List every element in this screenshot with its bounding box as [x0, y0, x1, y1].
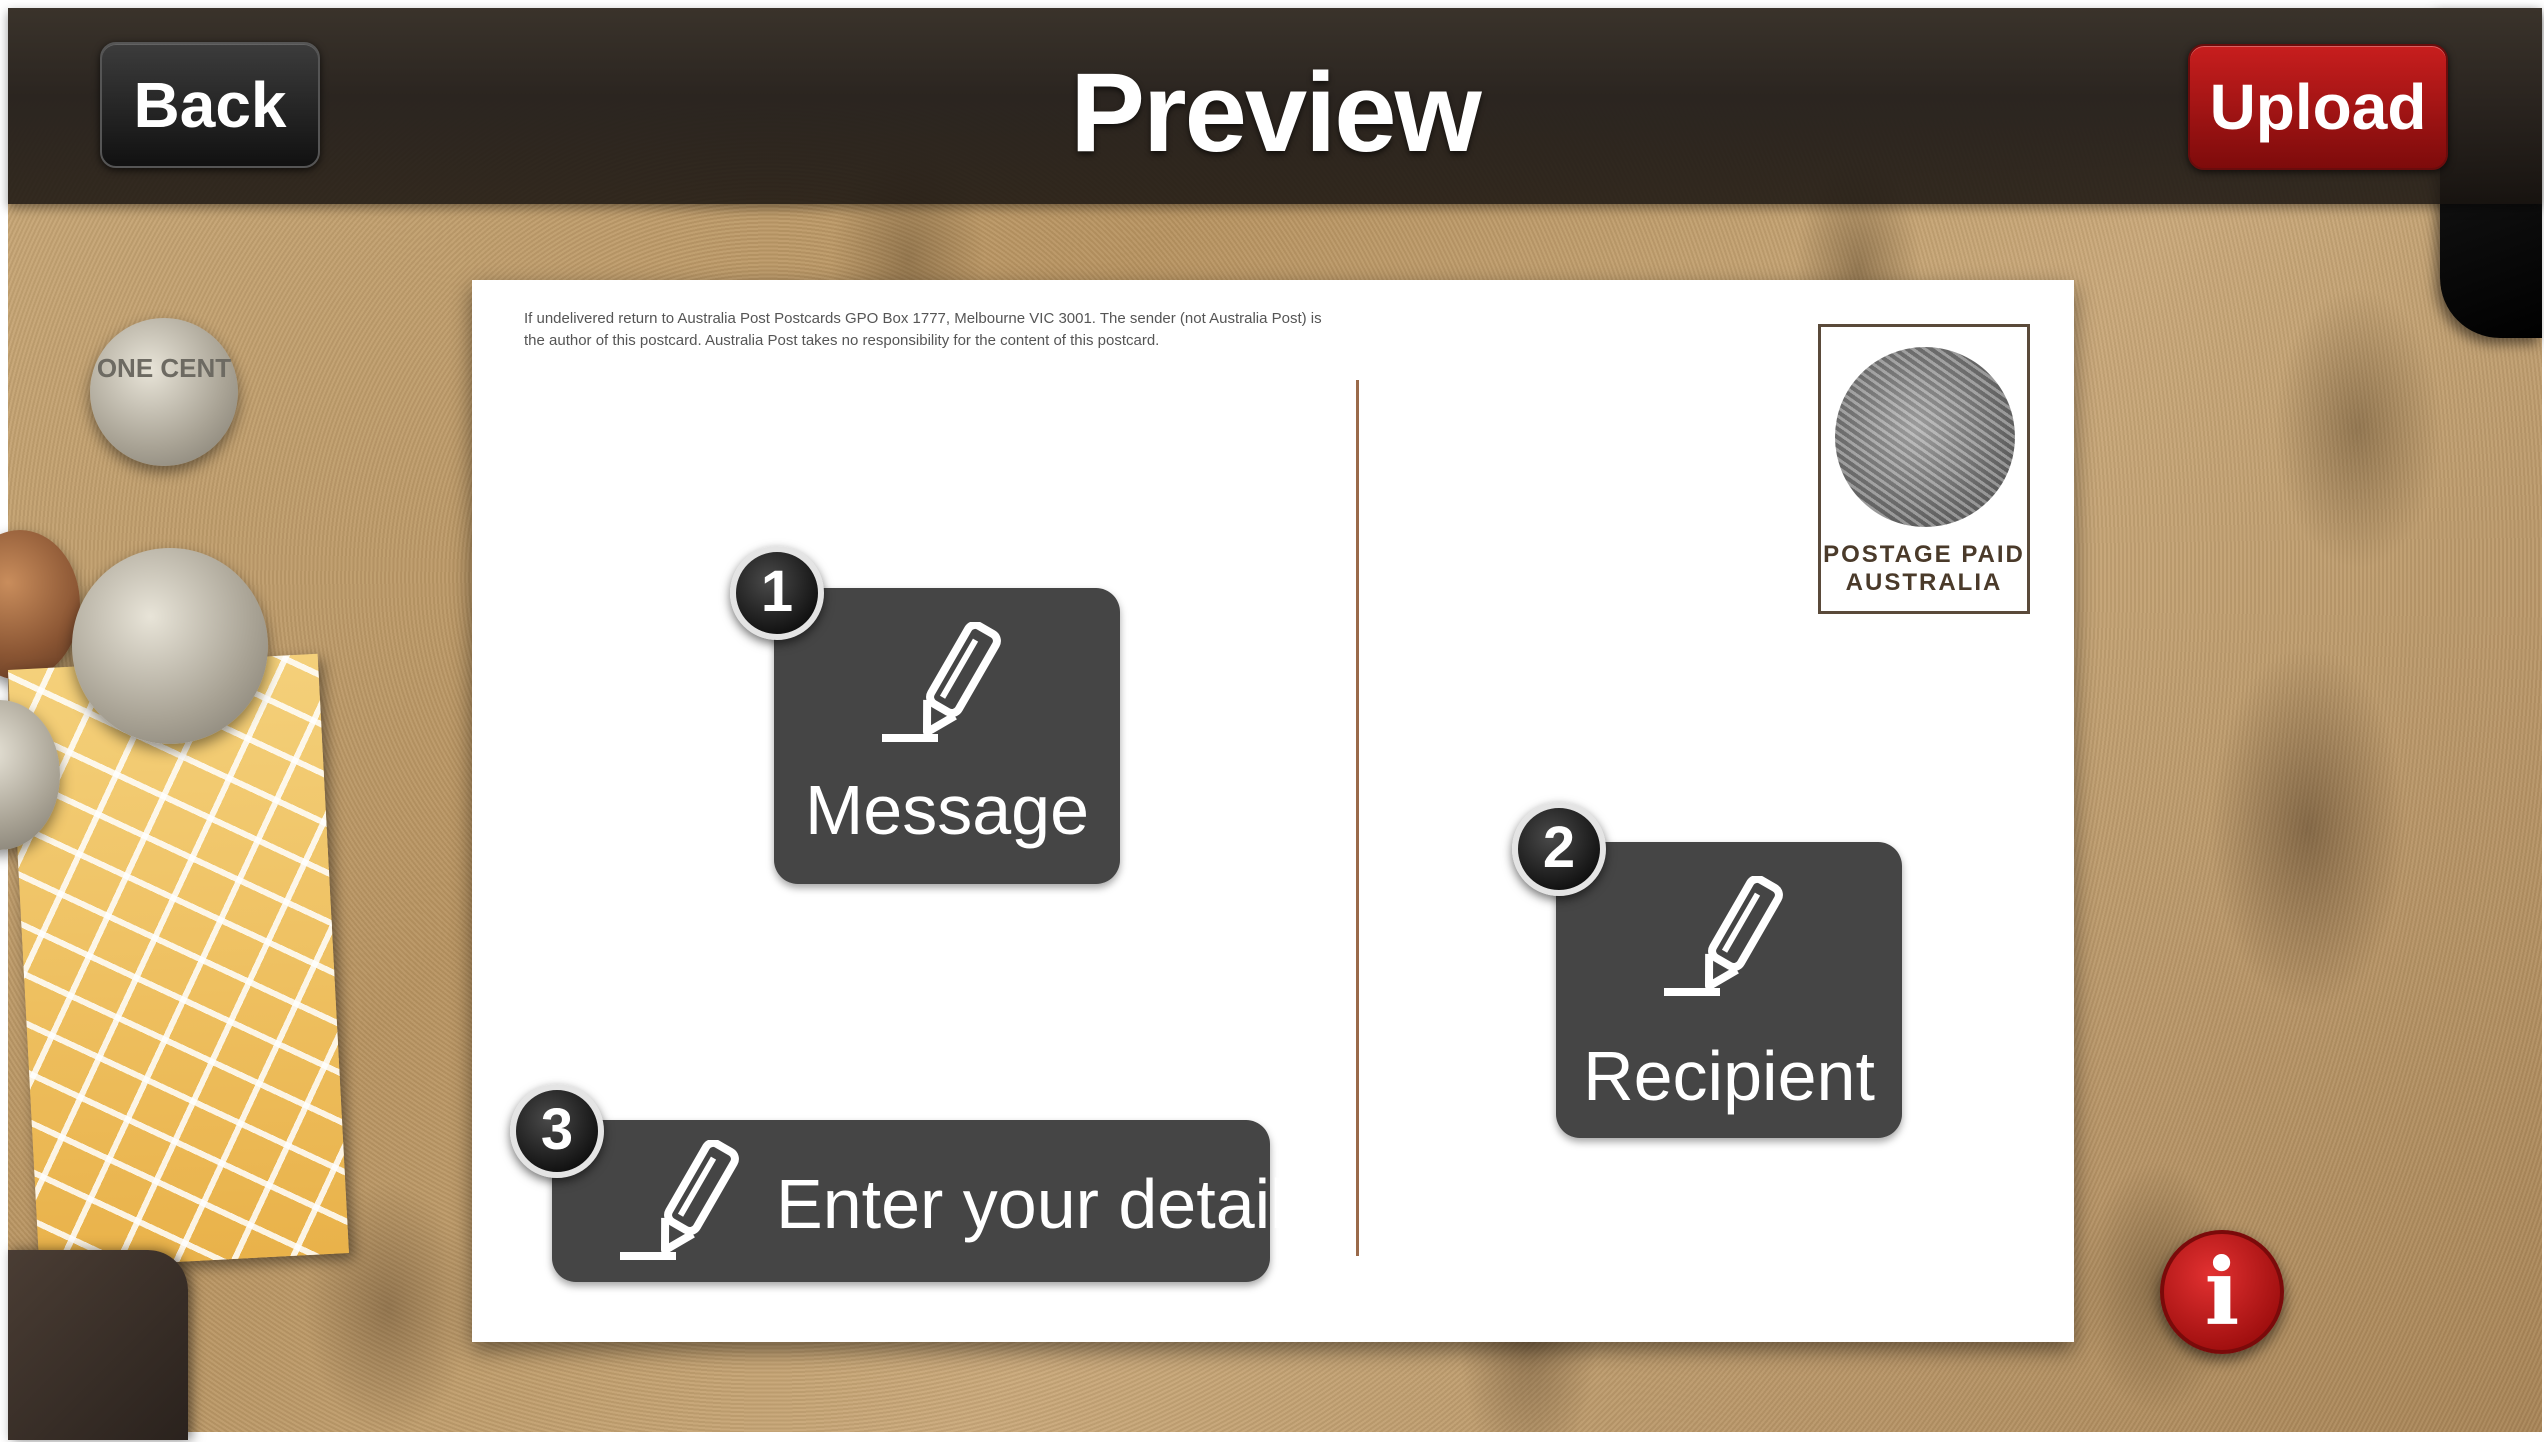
postage-stamp: POSTAGE PAID AUSTRALIA [1818, 324, 2030, 614]
wallet-decoration [8, 1250, 188, 1440]
recipient-label: Recipient [1583, 1037, 1875, 1115]
coin-text: ONE CENT [96, 353, 232, 383]
back-button[interactable]: Back [100, 42, 320, 168]
enter-your-details-button[interactable]: Enter your details [552, 1120, 1321, 1282]
pencil-icon [1664, 876, 1783, 996]
step-3-badge: 3 [510, 1084, 604, 1178]
postcard-preview: If undelivered return to Australia Post … [472, 280, 2074, 1342]
enter-your-details-label: Enter your details [776, 1165, 1321, 1243]
step-2-badge: 2 [1512, 802, 1606, 896]
postcard-divider [1356, 380, 1359, 1256]
stamp-line-1: POSTAGE PAID [1823, 541, 2025, 568]
platypus-stamp-icon [1835, 347, 2015, 527]
recipient-button[interactable]: Recipient [1556, 842, 1902, 1138]
top-bar: Preview [8, 8, 2542, 204]
twenty-cent-coin-decoration [72, 548, 268, 744]
page-title: Preview [1070, 50, 1481, 175]
pencil-icon [620, 1140, 739, 1260]
message-label: Message [804, 771, 1090, 849]
return-address-disclaimer: If undelivered return to Australia Post … [524, 310, 1322, 349]
stamp-line-2: AUSTRALIA [1845, 569, 2003, 596]
pencil-icon [882, 622, 1001, 742]
info-button[interactable]: i [2160, 1230, 2284, 1354]
step-1-badge: 1 [730, 546, 824, 640]
stamp-text: POSTAGE PAID AUSTRALIA [1821, 541, 2027, 597]
upload-button[interactable]: Upload [2188, 44, 2448, 170]
message-button[interactable]: Message [774, 588, 1120, 884]
street-map-decoration [8, 653, 349, 1270]
one-cent-coin-decoration: ONE CENT [90, 318, 238, 466]
